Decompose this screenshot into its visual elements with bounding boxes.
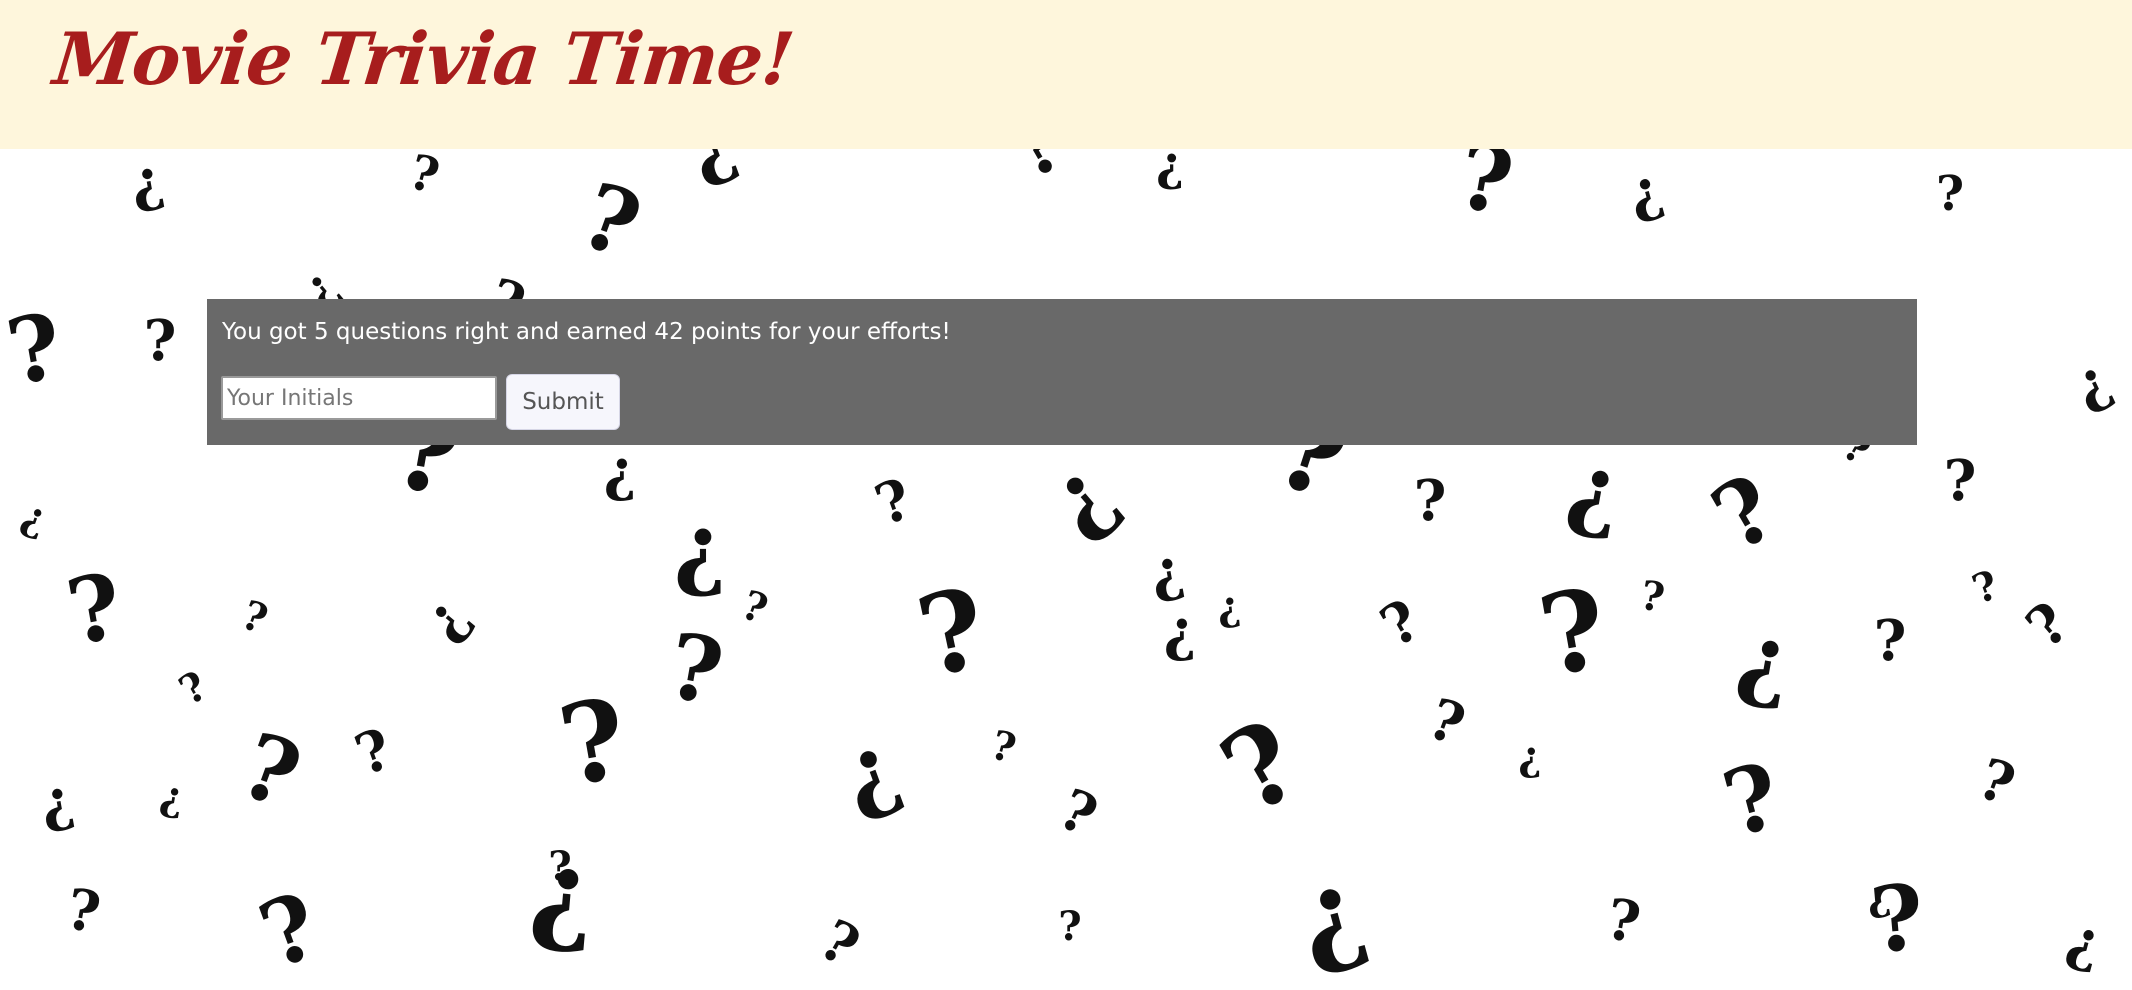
question-mark-icon: ?	[1530, 563, 1616, 701]
question-mark-icon: ¿	[526, 825, 601, 959]
question-mark-icon: ¿	[35, 766, 79, 837]
question-mark-icon: ¿	[410, 584, 482, 652]
question-mark-icon: ?	[809, 907, 870, 981]
question-mark-icon: ¿	[125, 149, 169, 217]
question-mark-icon: ?	[1695, 454, 1794, 572]
question-mark-icon: ?	[1748, 149, 1831, 159]
question-mark-icon: ?	[2014, 590, 2082, 662]
initials-input[interactable]	[221, 376, 497, 420]
question-mark-icon: ?	[236, 591, 274, 643]
page-title: Movie Trivia Time!	[49, 16, 798, 101]
question-mark-icon: ?	[1058, 903, 1081, 950]
question-mark-icon: ?	[1944, 448, 1977, 514]
question-mark-icon: ?	[246, 872, 332, 990]
question-mark-icon: ¿	[157, 772, 188, 822]
question-mark-pattern-icon: ?¿??¿??¿??¿??¿??¿??¿??¿??¿??¿??¿??¿??¿??…	[0, 149, 2121, 990]
question-mark-icon: ¿	[1621, 156, 1670, 228]
question-mark-icon: ¿	[1282, 842, 1378, 983]
question-mark-icon: ?	[1601, 886, 1645, 957]
question-mark-icon: ?	[59, 553, 129, 667]
question-mark-icon: ?	[1201, 695, 1321, 839]
question-mark-icon: ¿	[826, 712, 912, 830]
question-mark-icon: ?	[347, 716, 400, 789]
question-mark-icon: ¿	[2063, 346, 2121, 420]
question-mark-icon: ?	[1970, 746, 2023, 819]
question-mark-icon: ?	[0, 293, 70, 407]
question-mark-icon: ¿	[1145, 536, 1189, 607]
question-mark-icon: ?	[1874, 608, 1907, 674]
question-mark-icon: ?	[907, 563, 997, 703]
score-message: You got 5 questions right and earned 42 …	[222, 319, 951, 345]
results-panel: You got 5 questions right and earned 42 …	[207, 299, 1917, 445]
question-mark-icon: ¿	[1560, 433, 1630, 547]
question-mark-icon: ?	[1637, 572, 1668, 622]
question-mark-icon: ¿	[1215, 582, 1242, 631]
question-mark-icon: ?	[1966, 561, 2004, 613]
question-mark-icon: ¿	[1164, 598, 1197, 664]
question-mark-icon: ?	[1049, 776, 1107, 850]
question-mark-icon: ?	[1450, 149, 1520, 236]
question-mark-icon: ?	[1866, 864, 1928, 974]
question-mark-icon: ?	[403, 149, 445, 205]
question-mark-icon: ?	[1713, 742, 1791, 858]
question-mark-icon: ?	[1420, 686, 1473, 759]
question-mark-icon: ?	[861, 149, 928, 165]
question-mark-icon: ¿	[604, 438, 637, 504]
question-mark-icon: ?	[1936, 166, 1964, 222]
submit-button[interactable]: Submit	[506, 374, 620, 430]
question-mark-icon: ?	[1370, 587, 1431, 661]
site-header: Movie Trivia Time!	[0, 0, 2132, 149]
question-mark-icon: ?	[568, 162, 654, 280]
question-mark-icon: ?	[144, 308, 177, 374]
question-mark-icon: ¿	[1026, 439, 1135, 554]
question-mark-icon: ¿	[16, 491, 54, 543]
question-mark-icon: ?	[550, 673, 636, 811]
question-mark-icon: ¿	[1156, 149, 1184, 192]
question-mark-icon: ¿	[2061, 906, 2110, 978]
question-mark-icon: ?	[61, 876, 105, 947]
question-mark-pattern-background: ?¿??¿??¿??¿??¿??¿??¿??¿??¿??¿??¿??¿??¿??…	[0, 149, 2132, 990]
question-mark-icon: ?	[998, 149, 1077, 195]
question-mark-icon: ?	[228, 712, 314, 830]
question-mark-icon: ¿	[1730, 603, 1800, 717]
question-mark-icon: ?	[736, 581, 774, 633]
question-mark-icon: ?	[986, 721, 1021, 772]
question-mark-icon: ?	[867, 466, 920, 539]
question-mark-icon: ?	[674, 508, 727, 614]
question-mark-icon: ?	[660, 613, 730, 727]
question-mark-icon: ¿	[677, 149, 746, 193]
question-mark-icon: ¿	[1518, 733, 1541, 780]
question-mark-icon: ?	[1414, 468, 1447, 534]
question-mark-icon: ?	[171, 662, 215, 714]
